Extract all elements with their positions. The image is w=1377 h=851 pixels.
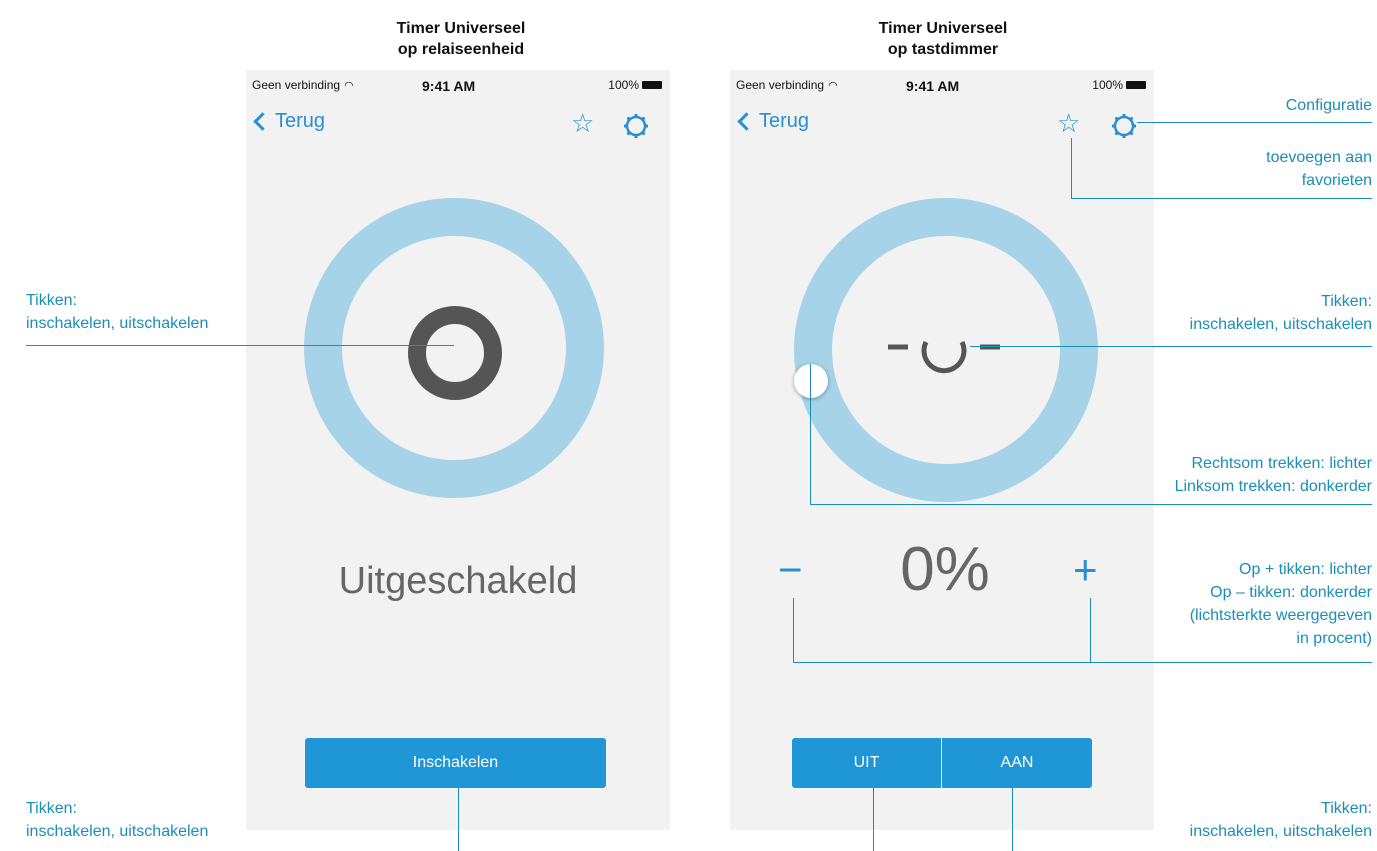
leader-line (793, 662, 1372, 663)
right-title: Timer Universeel op tastdimmer (793, 18, 1093, 60)
annotation-line: inschakelen, uitschakelen (26, 315, 209, 332)
annotation-right-ring: Tikken: inschakelen, uitschakelen (1190, 290, 1372, 336)
annotation-right-buttons: Tikken: inschakelen, uitschakelen (1190, 797, 1372, 843)
nav-bar: Terug ☆ (730, 110, 1154, 140)
annotation-line: Tikken: (26, 292, 77, 309)
leader-line (810, 364, 811, 504)
leader-line (873, 788, 874, 851)
leader-line (1071, 198, 1372, 199)
back-button[interactable]: Terug (252, 110, 325, 133)
carrier-label: Geen verbinding ◠ (736, 78, 838, 92)
right-phone-screen: Geen verbinding ◠ 9:41 AM 100% Terug ☆ − … (730, 70, 1154, 830)
chevron-left-icon (737, 112, 756, 131)
leader-line (1012, 788, 1013, 851)
leader-line (458, 788, 459, 851)
off-button[interactable]: UIT (792, 738, 941, 788)
chevron-left-icon (253, 112, 272, 131)
left-phone-screen: Geen verbinding ◠ 9:41 AM 100% Terug ☆ Ui… (246, 70, 670, 830)
status-bar: Geen verbinding ◠ 9:41 AM 100% (246, 78, 670, 96)
annotation-config: Configuratie (1285, 97, 1372, 114)
annotation-drag: Rechtsom trekken: lichter Linksom trekke… (1175, 452, 1372, 498)
annotation-line: favorieten (1301, 172, 1372, 189)
annotation-plusminus: Op + tikken: lichter Op – tikken: donker… (1190, 558, 1372, 650)
settings-gear-icon[interactable] (622, 112, 650, 140)
leader-line (970, 346, 1372, 347)
battery-indicator: 100% (608, 78, 662, 92)
leader-line (26, 345, 454, 346)
annotation-line: Tikken: (1321, 293, 1372, 310)
dimmer-drag-handle[interactable] (794, 364, 828, 398)
battery-icon (1126, 81, 1146, 89)
leader-line (793, 598, 794, 662)
settings-gear-icon[interactable] (1110, 112, 1138, 140)
battery-icon (642, 81, 662, 89)
annotation-line: Linksom trekken: donkerder (1174, 478, 1372, 495)
increase-button[interactable]: + (1073, 546, 1098, 594)
annotation-line: Op + tikken: lichter (1239, 561, 1372, 578)
switch-on-button[interactable]: Inschakelen (305, 738, 606, 788)
annotation-line: inschakelen, uitschakelen (26, 823, 209, 840)
annotation-line: inschakelen, uitschakelen (1189, 823, 1372, 840)
leader-line (1071, 138, 1072, 198)
nav-bar: Terug ☆ (246, 110, 670, 140)
right-title-line1: Timer Universeel (878, 20, 1008, 37)
annotation-left-button: Tikken: inschakelen, uitschakelen (26, 797, 208, 843)
wifi-icon: ◠ (344, 80, 354, 92)
annotation-line: Tikken: (26, 800, 77, 817)
annotation-left-ring: Tikken: inschakelen, uitschakelen (26, 289, 208, 335)
leader-line (1090, 598, 1091, 662)
back-label: Terug (275, 110, 326, 132)
power-toggle-icon[interactable] (408, 306, 502, 400)
annotation-line: inschakelen, uitschakelen (1189, 316, 1372, 333)
annotation-line: (lichtsterkte weergegeven (1189, 607, 1372, 624)
annotation-favorites: toevoegen aan favorieten (1266, 146, 1372, 192)
decrease-button[interactable]: − (778, 546, 803, 594)
dimmer-power-icon[interactable] (884, 322, 1004, 382)
wifi-icon: ◠ (828, 80, 838, 92)
on-button[interactable]: AAN (942, 738, 1092, 788)
annotation-line: Op – tikken: donkerder (1210, 584, 1372, 601)
favorite-star-icon[interactable]: ☆ (571, 110, 594, 136)
favorite-star-icon[interactable]: ☆ (1057, 110, 1080, 136)
brightness-percent: 0% (900, 535, 990, 604)
annotation-line: Tikken: (1321, 800, 1372, 817)
left-title-line1: Timer Universeel (396, 20, 526, 37)
battery-indicator: 100% (1092, 78, 1146, 92)
annotation-line: in procent) (1296, 630, 1372, 647)
status-time: 9:41 AM (422, 78, 476, 94)
back-label: Terug (759, 110, 810, 132)
status-bar: Geen verbinding ◠ 9:41 AM 100% (730, 78, 1154, 96)
left-title-line2: op relaiseenheid (397, 41, 525, 58)
annotation-line: Rechtsom trekken: lichter (1191, 455, 1372, 472)
leader-line (810, 504, 1372, 505)
state-text: Uitgeschakeld (338, 560, 578, 602)
annotation-line: toevoegen aan (1266, 149, 1372, 166)
leader-line (1137, 122, 1372, 123)
back-button[interactable]: Terug (736, 110, 809, 133)
status-time: 9:41 AM (906, 78, 960, 94)
carrier-label: Geen verbinding ◠ (252, 78, 354, 92)
right-title-line2: op tastdimmer (887, 41, 999, 58)
left-title: Timer Universeel op relaiseenheid (311, 18, 611, 60)
